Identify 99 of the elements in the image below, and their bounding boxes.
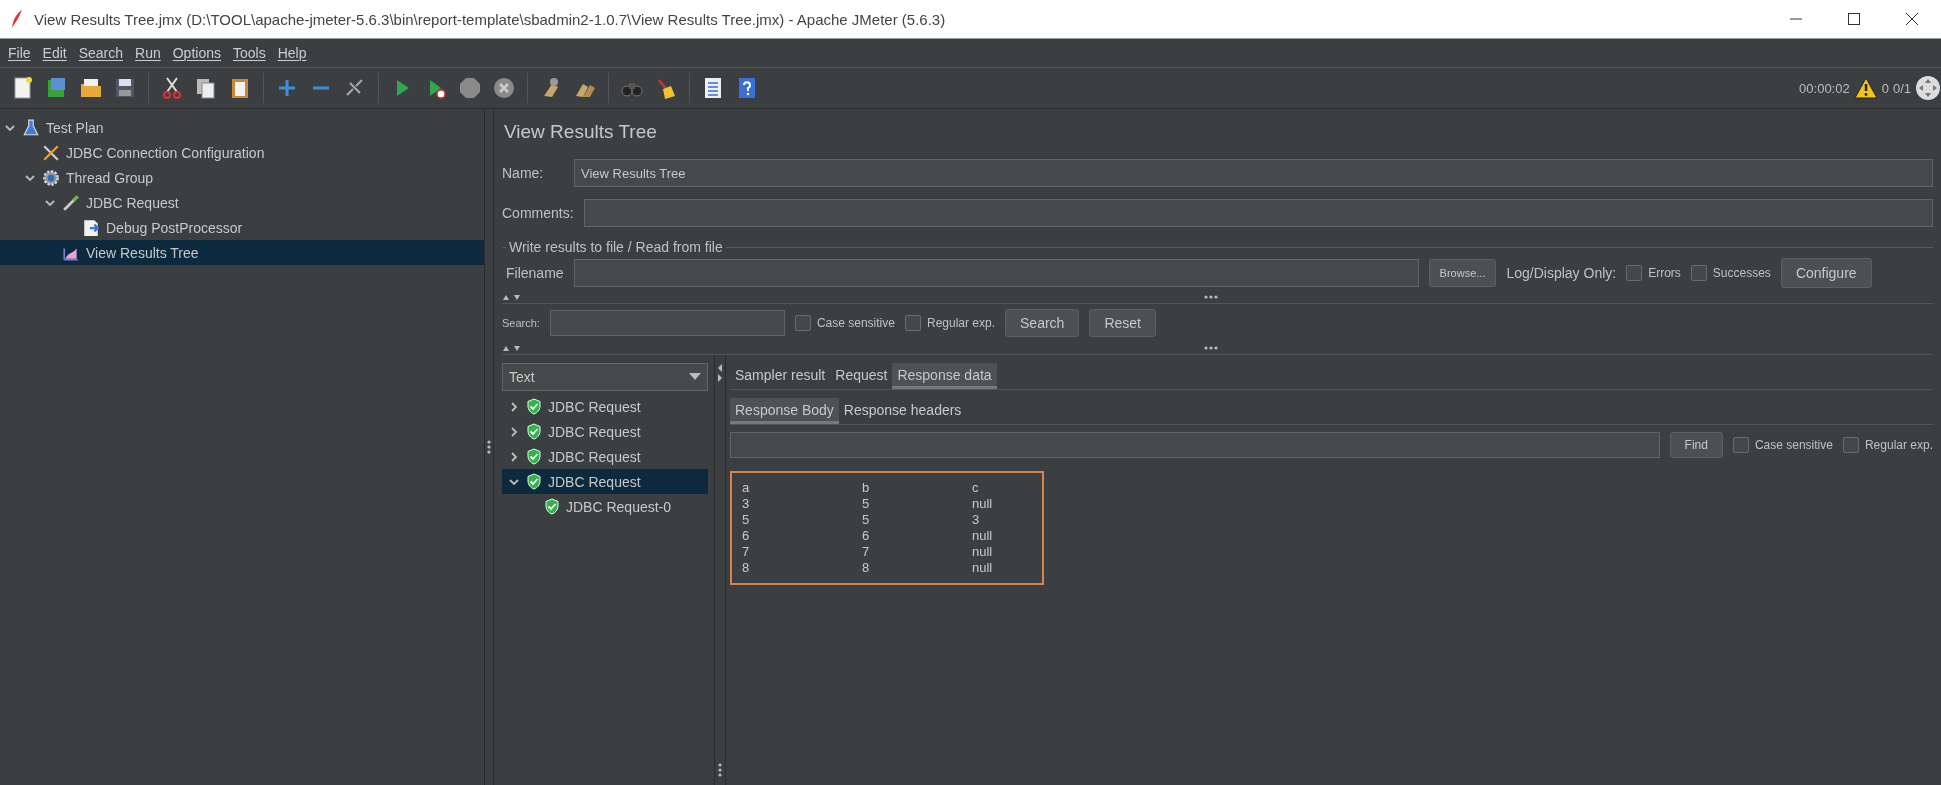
- split-arrows-icon[interactable]: [717, 363, 723, 383]
- shield-check-icon: [526, 448, 542, 465]
- menu-item[interactable]: File: [4, 45, 35, 61]
- comments-label: Comments:: [502, 205, 574, 221]
- checkbox-label: Errors: [1648, 266, 1681, 280]
- response-value: 8: [742, 561, 751, 575]
- close-icon: [1906, 13, 1918, 25]
- comments-field[interactable]: [583, 199, 1933, 227]
- checkbox[interactable]: [904, 315, 921, 331]
- response-value: b: [862, 481, 871, 495]
- response-value: 8: [862, 561, 871, 575]
- group-title: Write results to file / Read from file: [508, 239, 724, 255]
- menu-item[interactable]: Options: [168, 45, 225, 61]
- document-icon: [82, 218, 100, 237]
- warning-count: 0: [1881, 80, 1889, 96]
- dropdown-arrow-icon: [689, 373, 701, 381]
- response-value: 7: [742, 545, 751, 559]
- checkbox[interactable]: [1690, 265, 1707, 281]
- menu-item[interactable]: Help: [273, 45, 311, 61]
- response-value: 6: [862, 529, 871, 543]
- browse-button[interactable]: Browse...: [1428, 259, 1497, 287]
- maximize-icon: [1848, 13, 1860, 25]
- configure-button[interactable]: Configure: [1780, 258, 1872, 288]
- tab[interactable]: Response data: [892, 363, 997, 389]
- gear-icon: [42, 168, 60, 187]
- checkbox-label: Case sensitive: [816, 316, 895, 330]
- feather-icon: [10, 9, 24, 29]
- menu-item[interactable]: Search: [74, 45, 128, 61]
- remote-status-icon[interactable]: [1915, 75, 1941, 101]
- result-item[interactable]: JDBC Request: [502, 394, 708, 419]
- flask-icon: [22, 118, 40, 137]
- response-value: null: [972, 529, 994, 543]
- tree-item[interactable]: Thread Group: [0, 165, 484, 190]
- result-item[interactable]: JDBC Request: [502, 469, 708, 494]
- search-button[interactable]: Reset: [1089, 309, 1156, 337]
- response-value: 5: [862, 513, 871, 527]
- shield-check-icon: [526, 423, 542, 440]
- result-item[interactable]: JDBC Request-0: [502, 494, 708, 519]
- checkbox[interactable]: [1626, 265, 1643, 281]
- response-value: a: [742, 481, 751, 495]
- response-value: 7: [862, 545, 871, 559]
- warning-icon[interactable]: [1853, 77, 1878, 99]
- search-label: Search:: [502, 317, 540, 329]
- name-label: Name:: [502, 165, 545, 181]
- tree-item[interactable]: Debug PostProcessor: [0, 215, 484, 240]
- search-field[interactable]: [549, 310, 785, 336]
- shield-check-icon: [526, 473, 542, 490]
- menu-item[interactable]: Edit: [38, 45, 71, 61]
- tree-item[interactable]: JDBC Connection Configuration: [0, 140, 484, 165]
- response-value: null: [972, 561, 994, 575]
- response-value: null: [972, 545, 994, 559]
- grip-icon[interactable]: [487, 440, 491, 454]
- grip-icon[interactable]: [718, 763, 722, 777]
- response-value: 5: [862, 497, 871, 511]
- checkbox-label: Successes: [1712, 266, 1771, 280]
- chevron-icon[interactable]: [508, 425, 520, 438]
- tab[interactable]: Request: [830, 363, 893, 389]
- find-button[interactable]: Find: [1669, 432, 1723, 458]
- tab[interactable]: Response headers: [838, 398, 967, 424]
- tree-item[interactable]: View Results Tree: [0, 240, 484, 265]
- tree-item[interactable]: Test Plan: [0, 115, 484, 140]
- response-value: null: [972, 497, 994, 511]
- shield-check-icon: [544, 498, 560, 515]
- checkbox-label: Regular exp.: [926, 316, 995, 330]
- response-value: 3: [742, 497, 751, 511]
- tab[interactable]: Sampler result: [730, 363, 831, 389]
- log-label: Log/Display Only:: [1506, 265, 1617, 281]
- renderer-dropdown[interactable]: Text: [502, 363, 708, 391]
- filename-field[interactable]: [573, 259, 1419, 287]
- menu-item[interactable]: Tools: [229, 45, 270, 61]
- elapsed-time: 00:00:02: [1799, 80, 1850, 96]
- result-item[interactable]: JDBC Request: [502, 444, 708, 469]
- name-field[interactable]: View Results Tree: [574, 159, 1933, 187]
- checkbox[interactable]: [794, 315, 811, 331]
- response-value: 6: [742, 529, 751, 543]
- response-value: 3: [972, 513, 981, 527]
- shield-check-icon: [526, 398, 542, 415]
- grip-icon[interactable]: [1203, 295, 1218, 299]
- response-value: 5: [742, 513, 751, 527]
- pipette-icon: [62, 193, 80, 212]
- panel-title: View Results Tree: [503, 120, 658, 144]
- grip-icon[interactable]: [1203, 346, 1218, 350]
- tree-item[interactable]: JDBC Request: [0, 190, 484, 215]
- checkbox[interactable]: [1842, 437, 1859, 453]
- thread-count: 0/1: [1892, 80, 1911, 96]
- checkbox[interactable]: [1732, 437, 1749, 453]
- search-button[interactable]: Search: [1005, 309, 1080, 337]
- find-field[interactable]: [730, 432, 1660, 458]
- filename-label: Filename: [506, 265, 564, 281]
- wrench-icon: [42, 143, 60, 162]
- chevron-icon[interactable]: [508, 400, 520, 413]
- window-title: View Results Tree.jmx (D:\TOOL\apache-jmeter-5.6.3\bin\report-template\sbadmin2-1.0.7\View Results Tree.jmx) - Apache JMeter (5.6.3): [34, 10, 947, 28]
- tab[interactable]: Response Body: [730, 398, 839, 424]
- chevron-icon[interactable]: [508, 450, 520, 463]
- checkbox-label: Case sensitive: [1754, 438, 1833, 452]
- menu-item[interactable]: Run: [131, 45, 165, 61]
- checkbox-label: Regular exp.: [1864, 438, 1933, 452]
- result-item[interactable]: JDBC Request: [502, 419, 708, 444]
- response-value: c: [972, 481, 980, 495]
